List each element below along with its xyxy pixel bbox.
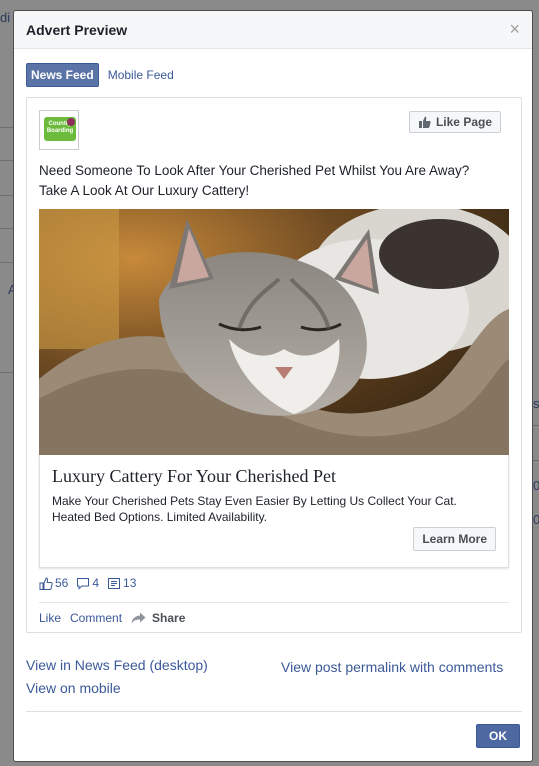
close-icon[interactable]: ×	[509, 19, 520, 40]
thumbs-up-icon	[39, 576, 53, 590]
footer-divider	[26, 711, 522, 712]
page-avatar[interactable]: Country Boarding	[39, 110, 79, 150]
share-button[interactable]: Share	[131, 611, 185, 625]
ad-image-cat[interactable]	[39, 209, 509, 455]
link-description: Make Your Cherished Pets Stay Even Easie…	[52, 493, 502, 525]
ad-preview-card: Country Boarding Like Page Need Someone …	[26, 97, 522, 633]
tab-news-feed[interactable]: News Feed	[26, 63, 99, 87]
link-desc-line: Make Your Cherished Pets Stay Even Easie…	[52, 494, 457, 508]
advert-preview-dialog: Advert Preview × News Feed Mobile Feed C…	[13, 10, 533, 762]
post-actions: Like Comment Share	[39, 611, 185, 625]
thumbs-up-icon	[418, 116, 431, 128]
link-preview-box[interactable]: Luxury Cattery For Your Cherished Pet Ma…	[39, 455, 509, 568]
view-permalink-link[interactable]: View post permalink with comments	[281, 659, 503, 675]
bg-text-fragment: 0	[533, 512, 539, 527]
like-link[interactable]: Like	[39, 611, 61, 625]
shares-count[interactable]: 13	[107, 576, 136, 590]
view-on-mobile-link[interactable]: View on mobile	[26, 680, 121, 696]
dialog-header: Advert Preview ×	[14, 11, 532, 49]
cat-photo-illustration	[39, 209, 509, 455]
share-count-icon	[108, 577, 121, 589]
link-desc-line: Heated Bed Options. Limited Availability…	[52, 510, 268, 524]
dialog-title: Advert Preview	[26, 22, 128, 38]
comments-count-value: 4	[92, 576, 100, 590]
ad-text-line: Need Someone To Look After Your Cherishe…	[39, 163, 470, 178]
ad-body-text: Need Someone To Look After Your Cherishe…	[39, 161, 509, 201]
ok-button[interactable]: OK	[476, 724, 520, 748]
likes-count-value: 56	[55, 576, 69, 590]
learn-more-button[interactable]: Learn More	[413, 527, 496, 551]
bg-text-fragment: s	[533, 396, 539, 411]
like-page-button[interactable]: Like Page	[408, 111, 501, 133]
engagement-counts: 56 4 13	[39, 576, 144, 590]
bg-text-fragment: 0	[533, 478, 539, 493]
comment-icon	[77, 577, 90, 590]
shares-count-value: 13	[123, 576, 137, 590]
share-label: Share	[152, 611, 186, 625]
link-title: Luxury Cattery For Your Cherished Pet	[52, 466, 336, 486]
like-page-label: Like Page	[435, 115, 492, 129]
likes-count[interactable]: 56	[39, 576, 68, 590]
tab-mobile-feed[interactable]: Mobile Feed	[108, 68, 174, 82]
share-arrow-icon	[131, 612, 146, 624]
comments-count[interactable]: 4	[76, 576, 99, 590]
view-news-feed-link[interactable]: View in News Feed (desktop)	[26, 657, 208, 673]
logo-paw-icon	[67, 118, 75, 126]
bg-text-fragment: di	[0, 10, 11, 25]
feed-tabs: News Feed Mobile Feed	[26, 63, 174, 87]
ad-text-line: Take A Look At Our Luxury Cattery!	[39, 183, 250, 198]
comment-link[interactable]: Comment	[70, 611, 122, 625]
card-divider	[39, 602, 509, 603]
